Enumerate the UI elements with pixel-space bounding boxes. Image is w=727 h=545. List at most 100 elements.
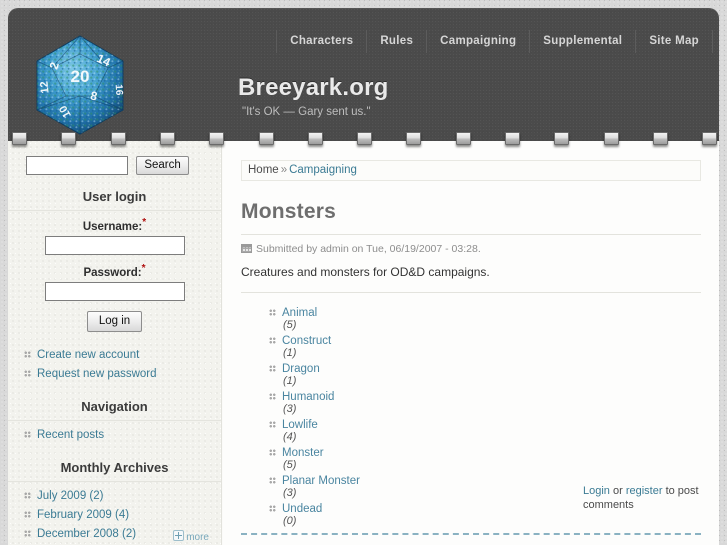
list-bullet-icon — [269, 421, 276, 428]
page-title: Monsters — [241, 200, 336, 223]
list-bullet-icon — [269, 505, 276, 512]
term-count: (1) — [283, 375, 297, 387]
list-bullet-icon — [269, 477, 276, 484]
login-link[interactable]: Login — [583, 485, 610, 497]
request-new-password-link[interactable]: Request new password — [37, 368, 157, 380]
svg-text:12: 12 — [38, 81, 51, 94]
monthly-archives-title: Monthly Archives — [8, 460, 221, 482]
password-label: Password:* — [24, 263, 205, 279]
term-link-planar-monster[interactable]: Planar Monster — [282, 475, 360, 487]
list-bullet-icon — [269, 449, 276, 456]
list-item[interactable]: February 2009 (4) — [24, 507, 205, 526]
username-form-item: Username:* — [24, 217, 205, 255]
d20-die-icon[interactable]: 20 14 2 8 12 10 16 — [30, 34, 130, 136]
content-column: Home» Campaigning Monsters Submitted by a… — [223, 141, 719, 545]
breadcrumb-separator: » — [280, 164, 288, 176]
page-root: 20 14 2 8 12 10 16 Characters Rules Camp… — [0, 0, 727, 545]
term-count: (1) — [283, 347, 297, 359]
password-form-item: Password:* — [24, 263, 205, 301]
sidebar-item-recent-posts[interactable]: Recent posts — [37, 429, 104, 441]
term-link-dragon[interactable]: Dragon — [282, 363, 320, 375]
list-item[interactable]: Create new account — [24, 347, 205, 366]
navigation-list: Recent posts — [24, 427, 205, 446]
archive-link-july-2009[interactable]: July 2009 (2) — [37, 490, 103, 502]
nav-item-campaigning[interactable]: Campaigning — [427, 30, 531, 53]
list-bullet-icon — [24, 369, 31, 377]
password-label-text: Password: — [83, 266, 142, 279]
nav-item-site-map[interactable]: Site Map — [636, 30, 713, 53]
svg-text:16: 16 — [113, 84, 125, 96]
plus-box-icon — [173, 530, 185, 541]
main-area: Search User login Username:* Password:* … — [8, 141, 719, 545]
archive-link-december-2008[interactable]: December 2008 (2) — [37, 528, 136, 540]
user-login-block: User login Username:* Password:* Log in — [8, 189, 221, 385]
username-label: Username:* — [24, 217, 205, 233]
breadcrumb: Home» Campaigning — [241, 160, 701, 181]
list-item[interactable]: July 2009 (2) — [24, 488, 205, 507]
login-submit-row: Log in — [24, 309, 205, 336]
term-link-humanoid[interactable]: Humanoid — [282, 391, 334, 403]
log-in-button[interactable]: Log in — [86, 310, 143, 332]
breadcrumb-home-link[interactable]: Home — [248, 164, 279, 176]
primary-navigation: Characters Rules Campaigning Supplementa… — [276, 30, 713, 53]
list-bullet-icon — [24, 430, 31, 438]
term-link-monster[interactable]: Monster — [282, 447, 324, 459]
list-bullet-icon — [269, 337, 276, 344]
list-item[interactable]: Monster (5) — [269, 445, 701, 473]
user-login-form: Username:* Password:* Log in — [8, 211, 221, 336]
create-new-account-link[interactable]: Create new account — [37, 349, 139, 361]
list-bullet-icon — [269, 393, 276, 400]
navigation-title: Navigation — [8, 399, 221, 421]
username-field[interactable] — [44, 235, 185, 255]
sidebar: Search User login Username:* Password:* … — [8, 141, 222, 545]
site-header: 20 14 2 8 12 10 16 Characters Rules Camp… — [8, 8, 719, 141]
required-marker: * — [142, 217, 147, 228]
list-item[interactable]: Lowlife (4) — [269, 417, 701, 445]
list-bullet-icon — [24, 510, 31, 518]
nav-item-rules[interactable]: Rules — [367, 30, 428, 53]
post-comments-links: Login or register to post comments — [583, 484, 703, 512]
list-item[interactable]: Request new password — [24, 366, 205, 385]
list-item[interactable]: Construct (1) — [269, 333, 701, 361]
user-login-title: User login — [8, 189, 221, 211]
term-count: (5) — [283, 319, 297, 331]
login-helper-links: Create new account Request new password — [8, 344, 221, 385]
dashed-divider — [241, 533, 701, 535]
term-link-lowlife[interactable]: Lowlife — [282, 419, 318, 431]
site-name[interactable]: Breeyark.org — [238, 74, 388, 102]
required-marker: * — [141, 262, 146, 274]
list-bullet-icon — [269, 365, 276, 372]
register-link[interactable]: register — [626, 485, 663, 497]
list-item[interactable]: Humanoid (3) — [269, 389, 701, 417]
node-body-text: Creatures and monsters for OD&D campaign… — [241, 265, 490, 279]
list-bullet-icon — [24, 491, 31, 499]
or-text: or — [609, 485, 626, 497]
svg-text:20: 20 — [71, 67, 90, 86]
term-link-undead[interactable]: Undead — [282, 503, 322, 515]
search-input[interactable] — [26, 156, 128, 175]
search-button[interactable]: Search — [136, 156, 189, 175]
list-item[interactable]: Dragon (1) — [269, 361, 701, 389]
breadcrumb-campaigning-link[interactable]: Campaigning — [289, 164, 357, 176]
list-bullet-icon — [269, 309, 276, 316]
submitted-text: Submitted by admin on Tue, 06/19/2007 - … — [256, 243, 481, 255]
term-link-animal[interactable]: Animal — [282, 307, 317, 319]
term-count: (5) — [283, 459, 297, 471]
search-block: Search — [8, 141, 221, 175]
archive-link-february-2009[interactable]: February 2009 (4) — [37, 509, 129, 521]
site-slogan: "It's OK — Gary sent us." — [242, 106, 371, 118]
nav-item-supplemental[interactable]: Supplemental — [530, 30, 637, 53]
list-item[interactable]: Animal (5) — [269, 305, 701, 333]
site-identity: Breeyark.org "It's OK — Gary sent us." — [238, 74, 388, 118]
term-count: (3) — [283, 403, 297, 415]
nav-item-characters[interactable]: Characters — [276, 30, 368, 53]
password-field[interactable] — [44, 281, 185, 301]
calendar-icon — [241, 244, 252, 253]
term-count: (4) — [283, 431, 297, 443]
term-link-construct[interactable]: Construct — [282, 335, 331, 347]
list-bullet-icon — [24, 350, 31, 358]
list-bullet-icon — [24, 529, 31, 537]
list-item[interactable]: Recent posts — [24, 427, 205, 446]
archives-more-link[interactable]: more — [173, 530, 209, 543]
login-links-list: Create new account Request new password — [24, 347, 205, 385]
